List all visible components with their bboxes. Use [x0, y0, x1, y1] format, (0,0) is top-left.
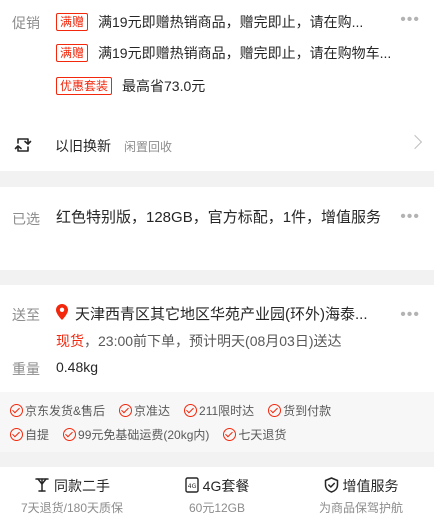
service-tag: 自提 [10, 426, 49, 443]
promo-row[interactable]: 满赠 满19元即赠热销商品，赠完即止，请在购... [56, 12, 382, 32]
sim-4g-icon: 4G [184, 476, 199, 496]
selected-value: 红色特别版，128GB，官方标配，1件，增值服务 [56, 209, 382, 226]
feature-subtitle: 7天退货/180天质保 [20, 501, 124, 515]
check-circle-icon [119, 404, 133, 417]
feature-secondhand[interactable]: 同款二手 7天退货/180天质保 [0, 476, 144, 516]
service-tag: 货到付款 [268, 402, 331, 419]
check-circle-icon [10, 428, 23, 441]
service-tag: 京准达 [119, 402, 170, 419]
service-tags: 京东发货&售后 京准达 211限时达 货到付款 自提 99元免基础运费(20kg… [0, 392, 434, 452]
service-tag: 京东发货&售后 [10, 402, 105, 419]
feature-title: 同款二手 [54, 478, 110, 494]
exchange-icon [14, 136, 32, 154]
service-tag-label: 京东发货&售后 [25, 404, 106, 418]
service-tag-label: 京准达 [134, 404, 171, 418]
service-row: 京东发货&售后 京准达 211限时达 货到付款 [10, 402, 331, 419]
shield-check-icon [324, 476, 339, 496]
promo-label: 促销 [12, 15, 40, 31]
promo-row[interactable]: 优惠套装 最高省73.0元 [56, 76, 418, 96]
feature-title: 增值服务 [342, 478, 399, 494]
promo-text: 最高省73.0元 [122, 78, 206, 94]
promo-row[interactable]: 满赠 满19元即赠热销商品，赠完即止，请在购物车... [56, 43, 418, 63]
service-tag-label: 211限时达 [199, 404, 255, 418]
service-row: 自提 99元免基础运费(20kg内) 七天退货 [10, 426, 286, 443]
delivery-section[interactable]: 送至 ••• 天津西青区其它地区华苑产业园(环外)海泰... 现货，23:00前… [0, 285, 434, 392]
delivery-address[interactable]: 天津西青区其它地区华苑产业园(环外)海泰... [75, 303, 385, 324]
check-circle-icon [268, 404, 282, 417]
promo-text: 满19元即赠热销商品，赠完即止，请在购物车... [98, 45, 392, 61]
weight-label: 重量 [12, 361, 40, 377]
feature-title: 4G套餐 [202, 478, 250, 494]
service-tag-label: 七天退货 [238, 428, 287, 442]
delivery-eta: ，23:00前下单，预计明天(08月03日)送达 [84, 333, 342, 349]
service-tag: 211限时达 [184, 402, 254, 419]
service-tag-label: 自提 [25, 428, 50, 442]
service-tag: 七天退货 [223, 426, 286, 443]
check-circle-icon [184, 404, 198, 417]
check-circle-icon [10, 404, 23, 417]
tradein-title: 以旧换新 [55, 138, 111, 154]
promo-tag: 优惠套装 [56, 77, 113, 95]
stock-status: 现货 [56, 333, 84, 349]
service-tag-label: 99元免基础运费(20kg内) [78, 428, 210, 442]
feature-value-added[interactable]: 增值服务 为商品保驾护航 [289, 476, 433, 516]
weight-value: 0.48kg [56, 359, 99, 375]
tradein-subtitle: 闲置回收 [124, 140, 173, 154]
promo-text: 满19元即赠热销商品，赠完即止，请在购... [98, 14, 364, 30]
more-icon[interactable]: ••• [400, 12, 420, 28]
service-tag-label: 货到付款 [283, 404, 332, 418]
selected-section[interactable]: 已选 ••• 红色特别版，128GB，官方标配，1件，增值服务 [0, 187, 434, 270]
delivery-eta-line: 现货，23:00前下单，预计明天(08月03日)送达 [56, 331, 342, 351]
selected-label: 已选 [12, 211, 40, 227]
promo-tag: 满赠 [56, 13, 89, 31]
location-pin-icon [56, 304, 68, 325]
antenna-icon [34, 477, 50, 496]
service-tag: 99元免基础运费(20kg内) [63, 426, 209, 443]
feature-subtitle: 为商品保驾护航 [318, 501, 403, 515]
delivery-label: 送至 [12, 307, 40, 323]
feature-4g-plan[interactable]: 4G 4G套餐 60元12GB [145, 476, 289, 516]
feature-subtitle: 60元12GB [188, 501, 246, 515]
more-icon[interactable]: ••• [400, 307, 420, 323]
check-circle-icon [63, 428, 77, 441]
check-circle-icon [223, 428, 237, 441]
promotion-section[interactable]: 促销 ••• 满赠 满19元即赠热销商品，赠完即止，请在购... 满赠 满19元… [0, 0, 434, 111]
more-icon[interactable]: ••• [400, 209, 420, 225]
svg-text:4G: 4G [187, 483, 196, 490]
promo-tag: 满赠 [56, 44, 89, 62]
